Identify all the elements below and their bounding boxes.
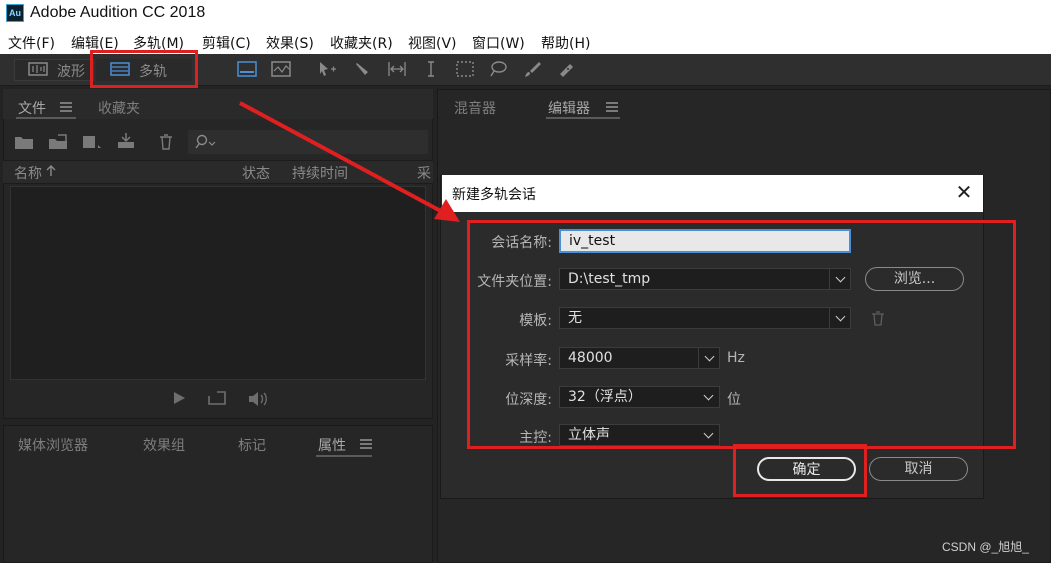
editor-panel-menu-icon[interactable]: [606, 102, 618, 112]
annotation-box-multitrack: [90, 50, 198, 88]
open-folder-icon[interactable]: [14, 134, 34, 150]
tab-markers[interactable]: 标记: [238, 435, 266, 455]
tab-properties-underline: [316, 455, 372, 457]
spot-healing-tool-icon[interactable]: [556, 60, 576, 78]
razor-tool-icon[interactable]: [353, 60, 373, 78]
tab-effects-rack[interactable]: 效果组: [143, 435, 185, 455]
menu-view[interactable]: 视图(V): [408, 33, 457, 53]
text-cursor-tool-icon[interactable]: [421, 60, 441, 78]
insert-into-multitrack-icon[interactable]: [116, 132, 142, 150]
tab-media-browser[interactable]: 媒体浏览器: [18, 435, 88, 455]
menu-clip[interactable]: 剪辑(C): [202, 33, 251, 53]
column-duration[interactable]: 持续时间: [292, 163, 348, 183]
brush-tool-icon[interactable]: [522, 60, 542, 78]
file-list-header: [3, 160, 433, 184]
tab-favorites[interactable]: 收藏夹: [98, 98, 140, 118]
window-title: Adobe Audition CC 2018: [30, 4, 206, 21]
marquee-tool-icon[interactable]: [455, 60, 475, 78]
lasso-tool-icon[interactable]: [488, 60, 508, 78]
autoplay-speaker-icon[interactable]: [243, 390, 269, 408]
tab-properties[interactable]: 属性: [318, 435, 346, 455]
properties-panel-menu-icon[interactable]: [360, 439, 372, 449]
spectral-display-icon[interactable]: [237, 60, 257, 78]
menu-help[interactable]: 帮助(H): [541, 33, 590, 53]
tab-files[interactable]: 文件: [18, 98, 46, 118]
sort-ascending-icon: [46, 165, 56, 176]
time-selection-tool-icon[interactable]: [387, 60, 407, 78]
annotation-box-ok: [733, 444, 867, 497]
import-file-icon[interactable]: [48, 134, 70, 150]
column-name[interactable]: 名称: [14, 163, 42, 183]
move-tool-icon[interactable]: [317, 60, 337, 78]
cancel-button[interactable]: 取消: [869, 457, 968, 481]
watermark: CSDN @_旭旭_: [942, 540, 1029, 554]
menu-effects[interactable]: 效果(S): [266, 33, 314, 53]
play-icon[interactable]: [172, 391, 186, 405]
file-list[interactable]: [10, 186, 426, 380]
waveform-icon: [28, 62, 48, 76]
files-panel-menu-icon[interactable]: [60, 102, 72, 112]
menu-file[interactable]: 文件(F): [8, 33, 55, 53]
new-file-icon[interactable]: [81, 134, 103, 150]
menu-window[interactable]: 窗口(W): [472, 33, 525, 53]
search-icon: [195, 134, 216, 149]
tab-mixer[interactable]: 混音器: [454, 98, 496, 118]
close-icon[interactable]: ✕: [953, 180, 975, 204]
waveform-label: 波形: [57, 64, 85, 80]
menu-favorites[interactable]: 收藏夹(R): [330, 33, 393, 53]
tab-files-underline: [16, 117, 76, 119]
tab-editor-underline: [546, 117, 620, 119]
delete-trash-icon[interactable]: [158, 133, 174, 151]
spectral-pitch-icon[interactable]: [271, 60, 291, 78]
loop-icon[interactable]: [207, 390, 227, 406]
tab-editor[interactable]: 编辑器: [548, 98, 590, 118]
annotation-box-dialog-settings: [467, 220, 1016, 449]
file-search-input[interactable]: [188, 130, 428, 154]
column-sample-rate[interactable]: 采: [417, 163, 431, 183]
audition-logo-icon: Au: [6, 4, 24, 22]
dialog-title: 新建多轨会话: [452, 187, 536, 203]
column-status[interactable]: 状态: [242, 163, 270, 183]
